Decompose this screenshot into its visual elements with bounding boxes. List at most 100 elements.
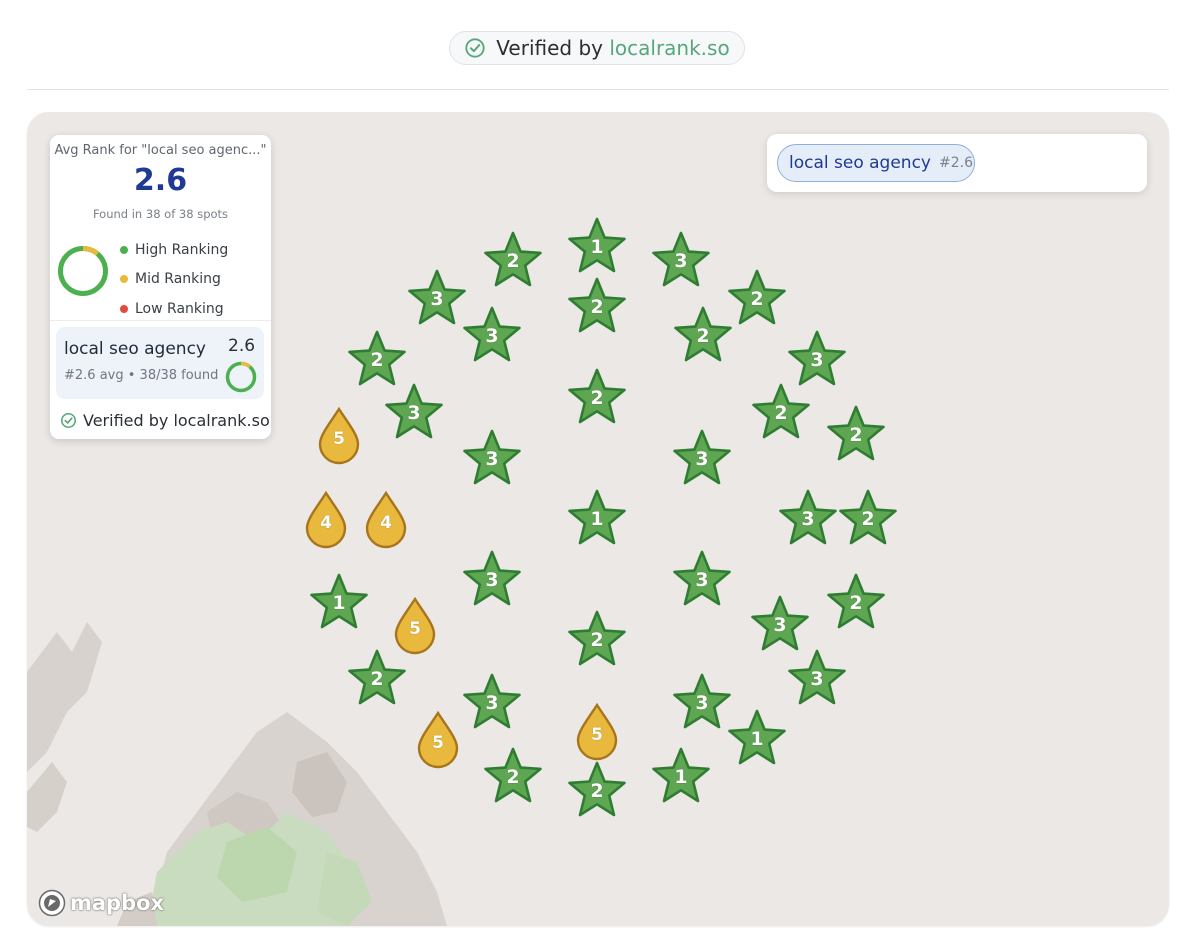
brand-link[interactable]: localrank.so [609, 36, 729, 60]
legend-dot [120, 245, 128, 254]
mapbox-attribution[interactable]: mapbox [37, 888, 164, 918]
rank-marker-high[interactable]: 3 [787, 330, 847, 388]
marker-rank: 2 [506, 766, 520, 788]
marker-rank: 2 [590, 629, 604, 651]
rank-marker-high[interactable]: 2 [567, 610, 627, 668]
legend-label: High Ranking [135, 241, 229, 258]
rank-marker-high[interactable]: 2 [347, 649, 407, 707]
legend-item-mid: Mid Ranking [120, 265, 228, 295]
marker-rank: 3 [485, 569, 499, 591]
marker-rank: 1 [750, 728, 764, 750]
rank-marker-high[interactable]: 2 [483, 231, 543, 289]
rank-marker-high[interactable]: 3 [750, 595, 810, 653]
rank-marker-mid[interactable]: 5 [575, 702, 619, 761]
rank-marker-high[interactable]: 3 [462, 429, 522, 487]
rank-marker-high[interactable]: 3 [462, 673, 522, 731]
rank-marker-high[interactable]: 2 [347, 330, 407, 388]
rank-summary-panel: Avg Rank for "local seo agenc..." 2.6 Fo… [50, 135, 271, 439]
keyword-name: local seo agency [64, 339, 206, 359]
rank-marker-high[interactable]: 2 [567, 761, 627, 819]
rank-marker-high[interactable]: 2 [483, 747, 543, 805]
panel-footer: Verified by localrank.so [60, 411, 270, 430]
marker-rank: 1 [590, 508, 604, 530]
rank-marker-high[interactable]: 2 [567, 368, 627, 426]
marker-rank: 2 [590, 296, 604, 318]
marker-rank: 3 [674, 250, 688, 272]
marker-rank: 1 [332, 592, 346, 614]
rank-marker-high[interactable]: 1 [567, 217, 627, 275]
found-count: Found in 38 of 38 spots [92, 207, 229, 221]
rank-marker-high[interactable]: 3 [651, 231, 711, 289]
legend-label: Mid Ranking [135, 271, 221, 288]
rank-marker-high[interactable]: 2 [826, 573, 886, 631]
mapbox-wordmark: mapbox [70, 891, 165, 915]
keyword-chip-label: local seo agency [789, 153, 931, 173]
marker-rank: 5 [333, 429, 345, 449]
marker-rank: 2 [506, 250, 520, 272]
marker-rank: 3 [810, 349, 824, 371]
rank-marker-high[interactable]: 3 [462, 306, 522, 364]
rank-marker-high[interactable]: 1 [651, 747, 711, 805]
rank-marker-high[interactable]: 3 [787, 649, 847, 707]
rank-marker-high[interactable]: 3 [778, 489, 838, 547]
rank-marker-high[interactable]: 1 [309, 573, 369, 631]
marker-rank: 2 [861, 508, 875, 530]
marker-rank: 3 [695, 448, 709, 470]
rank-marker-mid[interactable]: 5 [416, 710, 460, 769]
rank-marker-high[interactable]: 3 [407, 269, 467, 327]
rank-marker-high[interactable]: 2 [727, 269, 787, 327]
marker-rank: 3 [810, 668, 824, 690]
marker-rank: 2 [696, 325, 710, 347]
marker-rank: 5 [409, 619, 421, 639]
marker-rank: 3 [485, 692, 499, 714]
keyword-avg-rank: 2.6 [228, 336, 256, 356]
rank-marker-high[interactable]: 3 [384, 383, 444, 441]
legend-dot [120, 275, 128, 284]
rank-marker-high[interactable]: 3 [462, 550, 522, 608]
verified-banner: Verified by localrank.so [449, 31, 745, 65]
mapbox-logo-icon [38, 889, 66, 917]
keyword-stats: #2.6 avg • 38/38 found [64, 368, 219, 383]
ranking-legend: High Ranking Mid Ranking Low Ranking [120, 235, 228, 324]
rank-marker-mid[interactable]: 4 [304, 490, 348, 549]
rank-marker-high[interactable]: 3 [672, 550, 732, 608]
rank-marker-high[interactable]: 2 [826, 405, 886, 463]
legend-dot [120, 304, 128, 313]
marker-rank: 2 [750, 288, 764, 310]
legend-item-high: High Ranking [120, 235, 228, 265]
marker-rank: 3 [773, 614, 787, 636]
rank-marker-high[interactable]: 3 [672, 673, 732, 731]
marker-rank: 1 [674, 766, 688, 788]
marker-rank: 2 [370, 668, 384, 690]
panel-divider [50, 320, 271, 321]
rank-marker-high[interactable]: 2 [751, 383, 811, 441]
keyword-chip-rank: #2.6 [939, 155, 973, 171]
rank-marker-high[interactable]: 1 [567, 489, 627, 547]
rank-marker-high[interactable]: 1 [727, 709, 787, 767]
keyword-chip[interactable]: local seo agency #2.6 [777, 144, 975, 182]
marker-rank: 1 [590, 236, 604, 258]
marker-rank: 2 [849, 592, 863, 614]
rank-marker-mid[interactable]: 5 [317, 406, 361, 465]
marker-rank: 3 [407, 402, 421, 424]
marker-rank: 5 [591, 725, 603, 745]
panel-header: Avg Rank for "local seo agenc..." [54, 143, 267, 158]
keyword-selector: local seo agency #2.6 [767, 134, 1147, 192]
marker-rank: 3 [485, 325, 499, 347]
verified-banner-text: Verified by localrank.so [496, 36, 730, 60]
rank-marker-mid[interactable]: 5 [393, 596, 437, 655]
keyword-card[interactable]: local seo agency 2.6 #2.6 avg • 38/38 fo… [56, 327, 264, 399]
marker-rank: 3 [695, 569, 709, 591]
marker-rank: 4 [320, 513, 332, 533]
rank-marker-high[interactable]: 3 [672, 429, 732, 487]
marker-rank: 2 [370, 349, 384, 371]
rank-marker-high[interactable]: 2 [673, 306, 733, 364]
check-circle-icon [60, 412, 77, 429]
rank-marker-mid[interactable]: 4 [364, 490, 408, 549]
marker-rank: 2 [590, 780, 604, 802]
panel-footer-text: Verified by localrank.so [83, 411, 270, 430]
rank-marker-high[interactable]: 2 [567, 277, 627, 335]
marker-rank: 3 [695, 692, 709, 714]
marker-rank: 3 [430, 288, 444, 310]
rank-marker-high[interactable]: 2 [838, 489, 898, 547]
